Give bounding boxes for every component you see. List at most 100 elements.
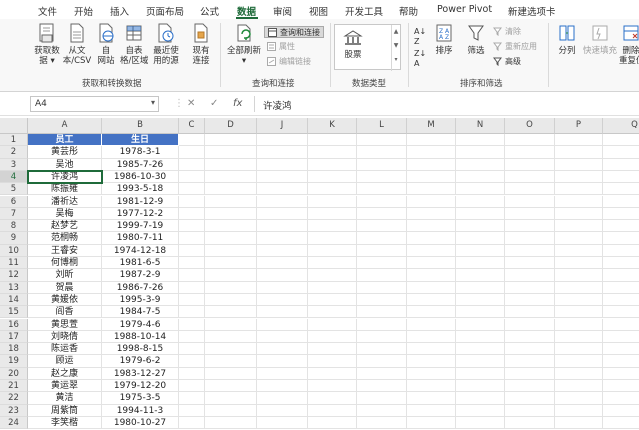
cell-C16[interactable]: [179, 318, 205, 331]
cell-M5[interactable]: [407, 183, 456, 196]
cell-A16[interactable]: 黄思萱: [28, 318, 102, 331]
cell-Q19[interactable]: [603, 355, 639, 368]
cell-N12[interactable]: [456, 269, 505, 282]
row-header-7[interactable]: 7: [0, 207, 28, 221]
cell-O3[interactable]: [505, 158, 555, 171]
tab-5[interactable]: 数据: [237, 4, 256, 18]
cell-O17[interactable]: [505, 330, 555, 344]
row-header-15[interactable]: 15: [0, 306, 28, 319]
cell-B17[interactable]: 1988-10-14: [102, 330, 179, 344]
cell-K13[interactable]: [308, 281, 357, 294]
cell-N9[interactable]: [456, 232, 505, 245]
cell-O12[interactable]: [505, 269, 555, 282]
cell-Q14[interactable]: [603, 294, 639, 307]
cell-B18[interactable]: 1998-8-15: [102, 343, 179, 356]
cell-P22[interactable]: [555, 392, 603, 405]
cell-Q16[interactable]: [603, 319, 639, 331]
cell-K5[interactable]: [308, 183, 357, 196]
sort-za-button[interactable]: Z↓ A: [414, 49, 426, 69]
insert-function-icon[interactable]: fx: [233, 98, 242, 109]
cell-D15[interactable]: [205, 306, 257, 319]
row-header-11[interactable]: 11: [0, 257, 28, 270]
existing-connections-button[interactable]: 现有 连接: [187, 22, 215, 66]
cell-N24[interactable]: [456, 416, 505, 430]
cell-A23[interactable]: 周紫筒: [28, 404, 102, 417]
cell-P23[interactable]: [555, 404, 603, 417]
cell-O20[interactable]: [505, 367, 555, 380]
cell-D24[interactable]: [205, 416, 257, 430]
properties-button[interactable]: 属性: [267, 41, 295, 52]
cell-K8[interactable]: [308, 220, 357, 233]
cell-N15[interactable]: [456, 306, 505, 319]
cell-M9[interactable]: [407, 232, 456, 245]
cell-M23[interactable]: [407, 404, 456, 417]
cell-N23[interactable]: [456, 404, 505, 417]
cell-K14[interactable]: [308, 293, 357, 307]
cell-D11[interactable]: [205, 257, 257, 270]
cell-Q13[interactable]: [603, 282, 639, 294]
cell-A14[interactable]: 黄媛依: [28, 293, 102, 307]
row-header-9[interactable]: 9: [0, 232, 28, 245]
reapply-button[interactable]: 重新应用: [493, 41, 537, 52]
cell-J4[interactable]: [257, 170, 308, 184]
cell-Q21[interactable]: [603, 380, 639, 393]
name-box-arrow-icon[interactable]: ▾: [151, 98, 155, 107]
cell-O18[interactable]: [505, 343, 555, 356]
cell-J9[interactable]: [257, 232, 308, 245]
cell-N14[interactable]: [456, 293, 505, 307]
cell-J19[interactable]: [257, 355, 308, 368]
cell-M6[interactable]: [407, 195, 456, 208]
cell-Q22[interactable]: [603, 392, 639, 405]
tab-7[interactable]: 视图: [309, 4, 328, 18]
cell-N5[interactable]: [456, 183, 505, 196]
cell-J16[interactable]: [257, 318, 308, 331]
tab-11[interactable]: 新建选项卡: [508, 4, 556, 18]
cell-N2[interactable]: [456, 146, 505, 159]
cell-B7[interactable]: 1977-12-2: [102, 207, 179, 221]
row-header-14[interactable]: 14: [0, 293, 28, 307]
cell-D13[interactable]: [205, 281, 257, 294]
cell-K2[interactable]: [308, 146, 357, 159]
cell-L12[interactable]: [357, 269, 407, 282]
cell-J3[interactable]: [257, 158, 308, 171]
cell-P19[interactable]: [555, 355, 603, 368]
cell-O23[interactable]: [505, 404, 555, 417]
column-header-A[interactable]: A: [28, 118, 102, 134]
cell-P12[interactable]: [555, 269, 603, 282]
cell-A3[interactable]: 吴池: [28, 158, 102, 171]
cell-C7[interactable]: [179, 207, 205, 221]
cell-C5[interactable]: [179, 183, 205, 196]
cell-Q9[interactable]: [603, 232, 639, 245]
cell-N8[interactable]: [456, 220, 505, 233]
tab-8[interactable]: 开发工具: [345, 4, 383, 18]
cell-L7[interactable]: [357, 207, 407, 221]
row-header-5[interactable]: 5: [0, 183, 28, 196]
cell-M3[interactable]: [407, 158, 456, 171]
cell-L16[interactable]: [357, 318, 407, 331]
cell-M15[interactable]: [407, 306, 456, 319]
cell-B21[interactable]: 1979-12-20: [102, 380, 179, 393]
cell-O24[interactable]: [505, 416, 555, 430]
cell-C21[interactable]: [179, 380, 205, 393]
cell-D4[interactable]: [205, 170, 257, 184]
cell-B8[interactable]: 1999-7-19: [102, 220, 179, 233]
cell-L6[interactable]: [357, 195, 407, 208]
cell-A1[interactable]: 员工: [28, 134, 102, 147]
queries-connections-button[interactable]: 查询和连接: [264, 26, 324, 38]
cell-D3[interactable]: [205, 158, 257, 171]
cell-O19[interactable]: [505, 355, 555, 368]
cell-J18[interactable]: [257, 343, 308, 356]
cell-J8[interactable]: [257, 220, 308, 233]
cell-N3[interactable]: [456, 158, 505, 171]
edit-links-button[interactable]: 编辑链接: [267, 56, 311, 67]
column-header-K[interactable]: K: [308, 118, 357, 134]
cell-A15[interactable]: 阎香: [28, 306, 102, 319]
row-header-4[interactable]: 4: [0, 170, 28, 184]
cell-K23[interactable]: [308, 404, 357, 417]
column-header-J[interactable]: J: [257, 118, 308, 134]
cell-B20[interactable]: 1983-12-27: [102, 367, 179, 380]
cell-L9[interactable]: [357, 232, 407, 245]
cell-Q6[interactable]: [603, 196, 639, 208]
cell-L20[interactable]: [357, 367, 407, 380]
cell-C1[interactable]: [179, 134, 205, 147]
